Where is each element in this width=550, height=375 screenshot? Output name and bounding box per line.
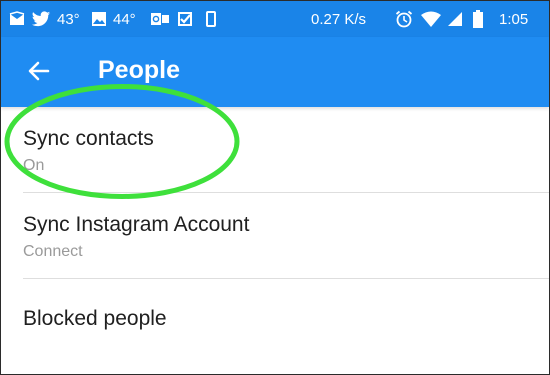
blocked-people-title: Blocked people bbox=[23, 307, 167, 330]
back-button[interactable] bbox=[19, 51, 59, 91]
arrow-back-icon bbox=[28, 61, 50, 81]
blocked-people-item[interactable]: Blocked people bbox=[1, 279, 549, 365]
sync-instagram-title: Sync Instagram Account bbox=[23, 213, 250, 236]
network-speed: 0.27 K/s bbox=[311, 10, 367, 28]
sync-contacts-title: Sync contacts bbox=[23, 127, 154, 150]
clock-time: 1:05 bbox=[499, 10, 529, 28]
gallery-icon bbox=[91, 1, 107, 37]
inbox-icon bbox=[9, 1, 25, 37]
twitter-icon bbox=[31, 1, 51, 37]
signal-icon bbox=[447, 1, 463, 37]
vibrate-icon bbox=[205, 1, 217, 37]
task-check-icon bbox=[177, 1, 193, 37]
outlook-icon bbox=[151, 1, 169, 37]
status-bar: 43° 44° 0.27 K/s 1:05 bbox=[1, 1, 549, 37]
battery-icon bbox=[473, 1, 483, 37]
app-bar: People bbox=[1, 37, 549, 107]
sync-instagram-status: Connect bbox=[23, 243, 83, 260]
page-title: People bbox=[98, 56, 180, 84]
alarm-icon bbox=[395, 1, 413, 37]
wifi-icon bbox=[421, 1, 441, 37]
settings-list: Sync contacts On Sync Instagram Account … bbox=[1, 107, 549, 365]
sync-contacts-status: On bbox=[23, 157, 45, 174]
sync-instagram-item[interactable]: Sync Instagram Account Connect bbox=[1, 193, 549, 279]
screen: 43° 44° 0.27 K/s 1:05 People Sync contac… bbox=[0, 0, 550, 375]
sync-contacts-item[interactable]: Sync contacts On bbox=[1, 107, 549, 193]
temperature-reading-2: 44° bbox=[113, 10, 136, 28]
temperature-reading-1: 43° bbox=[57, 10, 80, 28]
